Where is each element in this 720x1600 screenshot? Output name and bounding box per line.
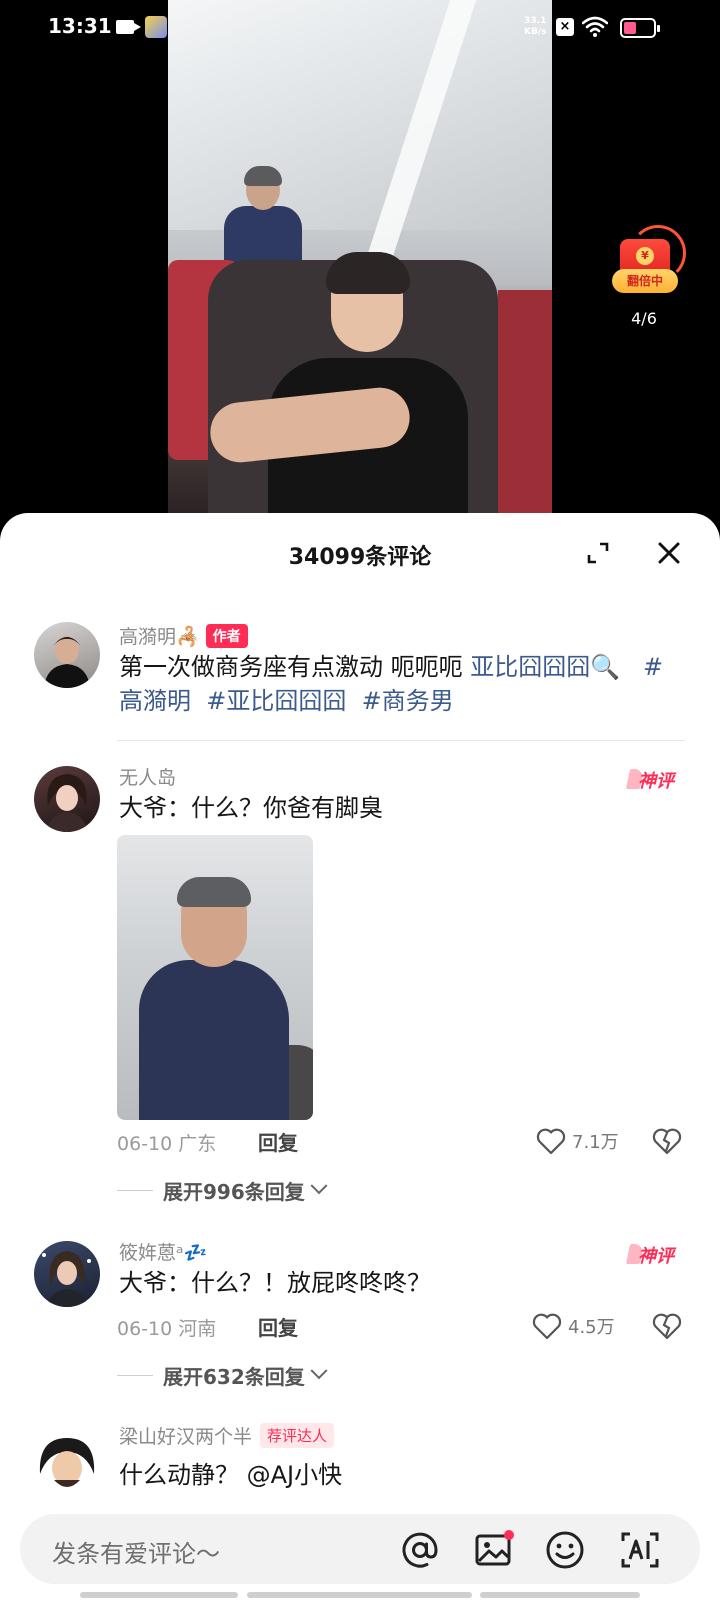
comment-item[interactable]: 筱姩蒽ᵃ💤 神评 大爷：什么？！放屁咚咚咚？ 06-10 河南 回复 4.5万 … [0,1238,720,1413]
red-packet-count: 4/6 [631,309,657,328]
comment-text-plain: 第一次做商务座有点激动 呃呃呃 [119,653,471,681]
reply-button[interactable]: 回复 [258,1127,298,1156]
red-packet-widget[interactable]: ¥ 翻倍中 4/6 [608,225,688,335]
comment-username[interactable]: 梁山好汉两个半 荐评达人 [119,1422,335,1449]
status-time: 13:31 [48,14,112,38]
author-post[interactable]: 高漪明🦂 作者 第一次做商务座有点激动 呃呃呃 亚比囧囧囧🔍 #高漪明 #亚比囧囧… [0,618,720,738]
comment-username[interactable]: 无人岛 [119,763,176,790]
expand-replies-text: 展开632条回复 [163,1364,305,1389]
chevron-down-icon [310,1177,328,1195]
avatar[interactable] [34,1241,100,1307]
comment-text: 第一次做商务座有点激动 呃呃呃 亚比囧囧囧🔍 #高漪明 #亚比囧囧囧 #商务男 [119,650,679,718]
broken-heart-icon[interactable] [652,1126,682,1156]
heart-icon [536,1128,566,1155]
author-badge: 作者 [205,624,248,648]
hashtag-link[interactable]: #商务男 [362,687,454,715]
god-comment-badge-text: 神评 [638,1246,674,1267]
comment-date-location: 06-10 广东 [117,1133,217,1155]
comment-text: 大爷：什么？你爸有脚臭 [119,794,383,822]
divider [117,740,685,741]
comment-text: 什么动静？ @AJ小快 [119,1461,343,1489]
recommender-badge: 荐评达人 [260,1423,335,1448]
video-frame[interactable] [168,0,552,515]
close-icon[interactable] [655,539,683,567]
emoji-icon[interactable] [545,1530,585,1570]
expand-replies-text: 展开996条回复 [163,1179,305,1204]
avatar-image [42,1251,91,1307]
avatar-image [46,774,88,832]
comment-username-text: 高漪明🦂 [119,626,200,648]
heart-icon [532,1313,562,1340]
comments-header: 34099条评论 [0,513,720,593]
expand-replies-button[interactable]: 展开632条回复 [117,1361,328,1389]
nav-indicator-center [247,1592,472,1598]
nav-indicator-right [480,1592,640,1598]
expand-replies-line [117,1189,153,1191]
avatar[interactable] [34,622,100,688]
comment-username-text: 梁山好汉两个半 [119,1426,253,1448]
comment-input-placeholder: 发条有爱评论～ [52,1540,220,1568]
comment-item[interactable]: 梁山好汉两个半 荐评达人 什么动静？ @AJ小快 [0,1420,720,1500]
like-button[interactable]: 7.1万 [536,1126,619,1156]
app-notification-icon [145,16,167,38]
like-count: 7.1万 [572,1132,619,1153]
ai-icon[interactable] [620,1530,660,1570]
expand-replies-line [117,1374,153,1376]
avatar[interactable] [34,766,100,832]
red-packet-label: 翻倍中 [612,269,678,293]
at-icon[interactable] [400,1530,440,1570]
network-speed: 33.1 KB/s [524,16,546,38]
chevron-down-icon [310,1362,328,1380]
expand-icon[interactable] [586,541,610,565]
wifi-icon [582,16,608,37]
hashtag-link[interactable]: #亚比囧囧囧 [206,687,346,715]
comments-sheet: 34099条评论 高漪明🦂 作者 第一次做商务座有点激动 呃呃呃 亚比囧囧囧🔍 #… [0,513,720,1600]
image-icon[interactable] [474,1530,514,1570]
video-player[interactable]: 13:31 33.1 KB/s × ¥ 翻倍中 4/6 [0,0,720,520]
god-comment-badge-text: 神评 [638,771,674,792]
comments-count-title: 34099条评论 [288,545,432,570]
avatar-image [39,1438,95,1487]
comment-image[interactable] [117,835,313,1120]
nav-indicator-left [80,1592,238,1598]
reply-button[interactable]: 回复 [258,1312,298,1341]
search-link[interactable]: 亚比囧囧囧🔍 [470,653,620,681]
network-speed-unit: KB/s [524,27,547,37]
comment-username[interactable]: 筱姩蒽ᵃ💤 [119,1238,207,1265]
comment-item[interactable]: 无人岛 神评 大爷：什么？你爸有脚臭 06-10 广东 回复 7.1万 展开99… [0,763,720,1223]
coin-icon: ¥ [636,247,654,265]
avatar[interactable] [34,1430,100,1496]
battery-icon [620,18,660,38]
like-count: 4.5万 [568,1317,615,1338]
network-speed-value: 33.1 [524,16,547,26]
no-sim-icon: × [556,18,574,36]
comment-username[interactable]: 高漪明🦂 作者 [119,622,248,649]
expand-replies-button[interactable]: 展开996条回复 [117,1176,328,1204]
video-seat-right [498,290,552,515]
comment-date-location: 06-10 河南 [117,1318,217,1340]
video-camera-icon [116,20,141,34]
broken-heart-icon[interactable] [652,1311,682,1341]
comment-input-bar: 发条有爱评论～ [0,1500,720,1600]
avatar-image [44,636,90,688]
status-bar: 13:31 33.1 KB/s × [0,0,720,56]
comment-input[interactable]: 发条有爱评论～ [20,1514,700,1584]
comment-text: 大爷：什么？！放屁咚咚咚？ [119,1269,431,1297]
like-button[interactable]: 4.5万 [532,1311,615,1341]
